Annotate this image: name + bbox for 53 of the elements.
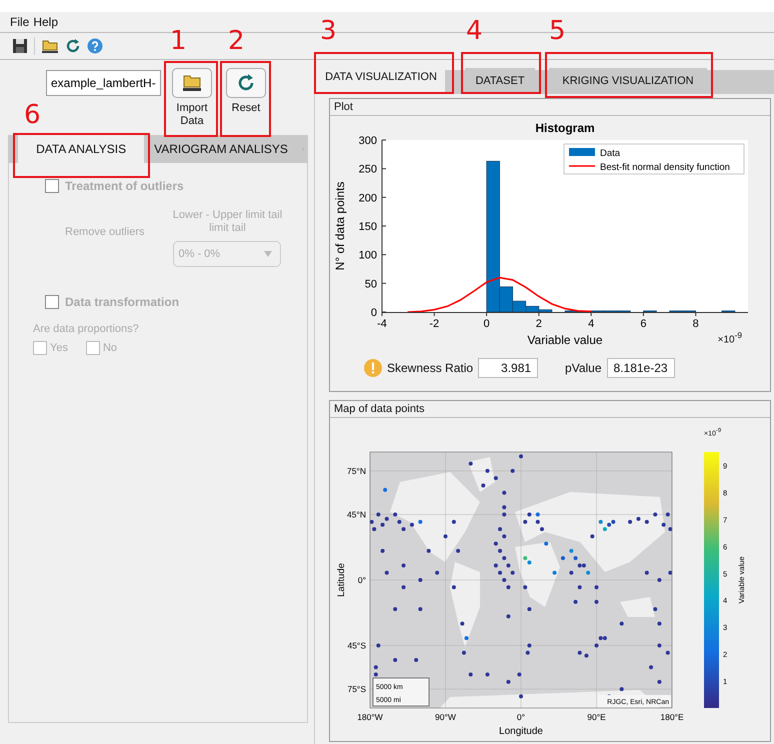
axis-exponent: ×10$^{-9}$ <box>718 330 742 346</box>
longitude-tick-label: 180°W <box>357 712 383 722</box>
pvalue-field: 8.181e-23 <box>606 358 675 378</box>
limit-tail-label: Lower - Upper limit tail limit tail <box>172 209 282 235</box>
x-tick-label: 6 <box>640 318 646 330</box>
x-tick-label: 2 <box>536 318 542 330</box>
annotation-number: 6 <box>24 102 41 128</box>
checkbox-label: No <box>102 342 118 354</box>
legend-label: Best-fit normal density function <box>600 162 730 173</box>
remove-outliers-label: Remove outliers <box>65 226 144 240</box>
annotation-number: 1 <box>170 28 187 54</box>
annotation-number: 4 <box>466 18 483 44</box>
button-label: Reset <box>230 102 262 115</box>
x-tick-label: 8 <box>692 318 699 330</box>
annotation-number: 3 <box>320 18 337 44</box>
longitude-tick-label: 0° <box>516 712 526 722</box>
skewness-label: Skewness Ratio <box>387 361 474 375</box>
x-tick-label: 4 <box>588 318 594 330</box>
checkbox-label: Data transformation <box>65 295 180 309</box>
y-axis-label: N° of data points <box>333 182 347 270</box>
longitude-tick-label: 180°E <box>660 712 684 722</box>
y-tick-label: 300 <box>358 135 377 147</box>
button-label: Import Data <box>175 102 209 128</box>
x-tick-label: 0 <box>484 318 490 330</box>
panel-title: Plot <box>330 99 770 116</box>
x-tick-label: -2 <box>429 318 440 330</box>
checkbox-label: Yes <box>50 342 68 354</box>
longitude-tick-label: 90°W <box>435 712 456 722</box>
latitude-tick-label: 45°N <box>347 510 366 520</box>
legend-label: Data <box>600 148 620 159</box>
latitude-tick-label: 75°S <box>347 684 366 694</box>
annotation-number: 5 <box>549 18 566 44</box>
panel-title: Map of data points <box>330 401 770 418</box>
checkbox-label: Treatment of outliers <box>65 179 184 193</box>
y-tick-label: 50 <box>364 278 377 290</box>
y-tick-label: 200 <box>358 192 377 204</box>
skewness-value-field: 3.981 <box>478 358 538 378</box>
y-axis-label: Latitude <box>336 563 347 597</box>
annotation-number: 2 <box>228 28 245 54</box>
x-axis-label: Variable value <box>527 333 603 346</box>
y-tick-label: 150 <box>358 221 377 233</box>
x-tick-label: -4 <box>377 318 387 330</box>
question-label: Are data proportions? <box>33 323 140 335</box>
pvalue-label: pValue <box>565 361 602 375</box>
latitude-tick-label: 45°S <box>347 640 366 650</box>
y-tick-label: 250 <box>358 164 377 176</box>
y-tick-label: 100 <box>358 250 377 262</box>
latitude-tick-label: 0° <box>358 575 366 585</box>
y-tick-label: 0 <box>370 307 377 319</box>
longitude-tick-label: 90°E <box>587 712 606 722</box>
x-axis-label: Longitude <box>499 726 543 737</box>
chart-title: Histogram <box>535 121 595 135</box>
latitude-tick-label: 75°N <box>347 466 366 476</box>
